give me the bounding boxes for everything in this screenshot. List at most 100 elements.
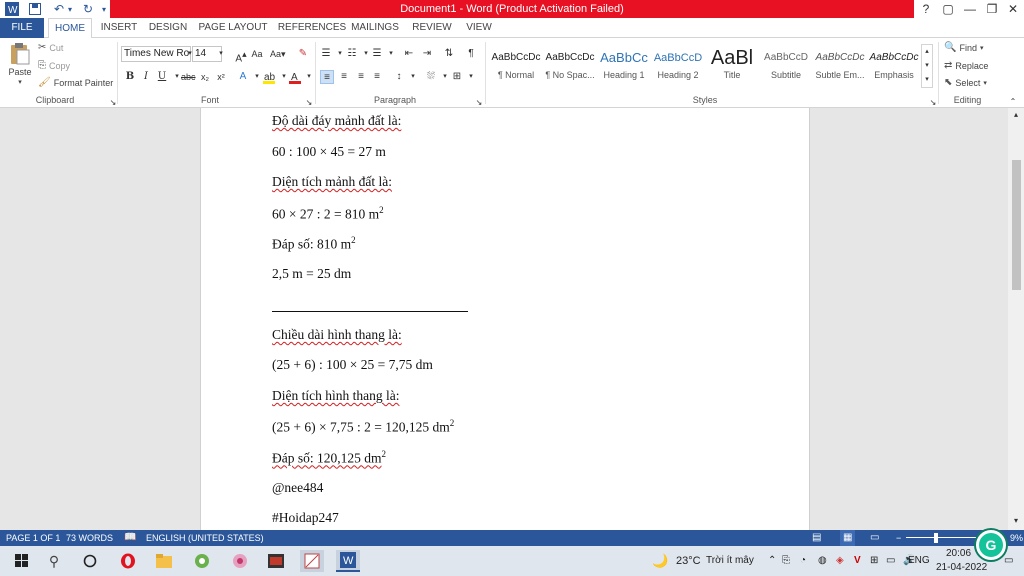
doc-line[interactable]: 60 : 100 × 45 = 27 m	[272, 144, 386, 160]
weather-text[interactable]: Trời ít mây	[706, 546, 754, 576]
weather-temp[interactable]: 23°C	[676, 546, 701, 576]
doc-line[interactable]: Độ dài đáy mảnh đất là:	[272, 113, 401, 129]
decrease-indent-icon[interactable]: ⇤	[402, 47, 416, 61]
tray-icon[interactable]: V	[854, 546, 861, 576]
zoom-slider-handle[interactable]	[934, 533, 938, 543]
style-normal[interactable]: AaBbCcDc ¶ Normal	[489, 44, 543, 88]
undo-dropdown-icon[interactable]: ▾	[66, 1, 74, 17]
tray-icon[interactable]: ◍	[818, 546, 827, 576]
doc-line[interactable]: (25 + 6) × 7,75 : 2 = 120,125 dm2	[272, 418, 454, 436]
tray-icon[interactable]: ⊞	[870, 546, 878, 576]
doc-line[interactable]: Diện tích mảnh đất là:	[272, 174, 392, 190]
find-button[interactable]: 🔍 Find ▾	[944, 42, 983, 53]
scroll-up-icon[interactable]: ▴	[1009, 108, 1023, 122]
strikethrough-icon[interactable]: abc	[181, 70, 196, 84]
web-layout-icon[interactable]: ▭	[870, 530, 879, 546]
align-center-icon[interactable]: ≡	[337, 70, 351, 84]
document-page[interactable]: Độ dài đáy mảnh đất là: 60 : 100 × 45 = …	[200, 108, 810, 530]
subscript-icon[interactable]: x₂	[198, 70, 212, 84]
borders-icon[interactable]: ⊞	[450, 70, 464, 84]
font-color-dropdown-icon[interactable]: ▾	[302, 70, 316, 84]
style-heading-2[interactable]: AaBbCcD Heading 2	[651, 44, 705, 88]
vertical-scrollbar[interactable]: ▴ ▾	[1008, 108, 1024, 530]
superscript-icon[interactable]: x²	[214, 70, 228, 84]
doc-line[interactable]: Đáp số: 810 m2	[272, 235, 356, 253]
styles-more-icon[interactable]: ▾	[920, 73, 934, 87]
text-effects-icon[interactable]: A	[236, 70, 250, 84]
align-right-icon[interactable]: ≡	[354, 70, 368, 84]
doc-line[interactable]: 60 × 27 : 2 = 810 m2	[272, 205, 384, 223]
maximize-button[interactable]: ❐	[981, 0, 1003, 18]
scroll-thumb[interactable]	[1012, 160, 1021, 290]
align-left-icon[interactable]: ≡	[320, 70, 334, 84]
proofing-icon[interactable]: 📖	[124, 530, 136, 546]
app-icon-media[interactable]	[264, 550, 288, 572]
replace-button[interactable]: ⇄ Replace	[944, 60, 988, 71]
word-count[interactable]: 73 WORDS	[66, 530, 113, 546]
cut-button[interactable]: ✂ Cut	[38, 42, 63, 53]
clear-formatting-icon[interactable]: ✎	[296, 47, 310, 61]
doc-line[interactable]: Chiều dài hình thang là:	[272, 327, 402, 343]
line-spacing-dropdown-icon[interactable]: ▾	[406, 70, 420, 84]
app-icon-green[interactable]	[190, 550, 214, 572]
read-mode-icon[interactable]: ▤	[812, 530, 821, 546]
doc-line[interactable]: #Hoidap247	[272, 510, 339, 526]
page-count[interactable]: PAGE 1 OF 1	[6, 530, 60, 546]
tray-overflow-icon[interactable]: ⌃	[768, 546, 776, 576]
weather-icon[interactable]: 🌙	[652, 546, 668, 576]
change-case-icon[interactable]: Aa▾	[270, 47, 286, 61]
windows-start-icon[interactable]	[10, 550, 34, 572]
underline-icon[interactable]: U	[155, 70, 169, 84]
style-subtle-emphasis[interactable]: AaBbCcDc Subtle Em...	[813, 44, 867, 88]
tray-icon[interactable]: ◈	[836, 546, 844, 576]
tab-design[interactable]: DESIGN	[146, 18, 190, 38]
sort-icon[interactable]: ⇅	[442, 47, 456, 61]
scroll-down-icon[interactable]: ▾	[1009, 514, 1023, 528]
minimize-button[interactable]: —	[959, 0, 981, 18]
zoom-slider[interactable]	[906, 537, 976, 538]
doc-line[interactable]: @nee484	[272, 480, 323, 496]
task-view-icon[interactable]	[78, 550, 102, 572]
style-no-spacing[interactable]: AaBbCcDc ¶ No Spac...	[543, 44, 597, 88]
shrink-font-icon[interactable]: Aa	[250, 47, 264, 61]
line-spacing-icon[interactable]: ↕	[392, 70, 406, 84]
input-language[interactable]: ENG	[908, 546, 930, 576]
tab-mailings[interactable]: MAILINGS	[350, 18, 400, 38]
style-emphasis[interactable]: AaBbCcDc Emphasis	[867, 44, 921, 88]
increase-indent-icon[interactable]: ⇥	[420, 47, 434, 61]
format-painter-button[interactable]: 🖌 Format Painter	[38, 77, 113, 88]
clock-date[interactable]: 21-04-2022	[936, 553, 987, 576]
customize-qat-icon[interactable]: ▾	[100, 1, 108, 17]
italic-icon[interactable]: I	[139, 70, 153, 84]
app-icon-pink[interactable]	[228, 550, 252, 572]
print-layout-icon[interactable]: ▦	[840, 530, 856, 546]
tab-home[interactable]: HOME	[48, 18, 92, 39]
select-button[interactable]: ⬉ Select ▾	[944, 77, 987, 88]
doc-line[interactable]: Diện tích hình thang là:	[272, 388, 399, 404]
grammarly-icon[interactable]: G	[976, 530, 1006, 560]
doc-line[interactable]: Đáp số: 120,125 dm2	[272, 449, 386, 467]
file-explorer-icon[interactable]	[152, 550, 176, 572]
bold-icon[interactable]: B	[123, 70, 137, 84]
styles-up-icon[interactable]: ▴	[920, 45, 934, 59]
style-heading-1[interactable]: AaBbCc Heading 1	[597, 44, 651, 88]
notifications-icon[interactable]: ▭	[1004, 546, 1013, 576]
style-subtitle[interactable]: AaBbCcD Subtitle	[759, 44, 813, 88]
font-size-dropdown-icon[interactable]: ▾	[214, 47, 228, 61]
style-title[interactable]: AaBl Title	[705, 44, 759, 88]
zoom-out-icon[interactable]: −	[896, 530, 901, 546]
paste-button[interactable]: Paste ▾	[8, 42, 32, 92]
word-taskbar-icon[interactable]: W	[336, 550, 360, 572]
doc-line[interactable]: 2,5 m = 25 dm	[272, 266, 351, 282]
tab-file[interactable]: FILE	[0, 18, 44, 38]
tray-icon[interactable]: ◔	[800, 546, 806, 576]
styles-scroll[interactable]: ▴ ▾ ▾	[921, 44, 933, 88]
help-button[interactable]: ?	[915, 0, 937, 18]
highlight-color-icon[interactable]: ab	[262, 70, 276, 84]
app-icon-snipping[interactable]	[300, 550, 324, 572]
network-icon[interactable]: ▭	[886, 546, 895, 576]
save-icon[interactable]	[26, 1, 44, 17]
tab-review[interactable]: REVIEW	[410, 18, 454, 38]
font-name-field[interactable]: Times New Ro	[121, 46, 191, 62]
zoom-level[interactable]: 9%	[1010, 530, 1023, 546]
